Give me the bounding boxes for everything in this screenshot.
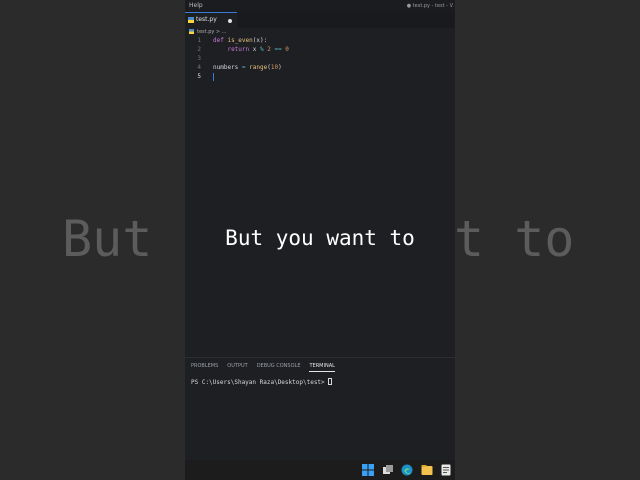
- window-title: ● test.py - test - V: [406, 3, 453, 9]
- code-line[interactable]: 4 numbers = range(10): [185, 64, 455, 73]
- line-number: 1: [197, 37, 201, 44]
- file-explorer-icon[interactable]: [421, 464, 433, 476]
- tab-problems[interactable]: PROBLEMS: [191, 363, 218, 371]
- code-text[interactable]: return x % 2 == 0: [213, 46, 288, 53]
- taskbar: [185, 460, 455, 480]
- line-number: 4: [197, 64, 201, 71]
- breadcrumb: test.py > ...: [185, 28, 455, 37]
- terminal-prompt-text: PS C:\Users\Shayan Raza\Desktop\test>: [191, 379, 325, 386]
- tab-debug-console[interactable]: DEBUG CONSOLE: [257, 363, 301, 371]
- text-cursor: [213, 73, 214, 81]
- terminal-prompt[interactable]: PS C:\Users\Shayan Raza\Desktop\test>: [191, 378, 332, 386]
- menu-help[interactable]: Help: [189, 2, 203, 9]
- python-file-icon: [189, 29, 194, 34]
- breadcrumb-file[interactable]: test.py: [197, 29, 214, 35]
- code-line[interactable]: 1 def is_even(x):: [185, 37, 455, 46]
- tab-test-py[interactable]: test.py: [185, 12, 237, 28]
- code-text[interactable]: def is_even(x):: [213, 37, 267, 44]
- task-view-icon[interactable]: [382, 464, 394, 476]
- windows-start-icon[interactable]: [362, 464, 374, 476]
- python-file-icon: [188, 17, 194, 23]
- line-number: 5: [197, 73, 201, 80]
- code-line-active[interactable]: 5: [185, 73, 455, 82]
- code-editor[interactable]: 1 def is_even(x): 2 return x % 2 == 0 3 …: [185, 37, 455, 357]
- code-text[interactable]: numbers = range(10): [213, 64, 282, 71]
- breadcrumb-rest[interactable]: > ...: [216, 29, 227, 35]
- video-caption: But you want to: [225, 226, 415, 250]
- editor-tab-bar: test.py: [185, 12, 455, 28]
- terminal-cursor: [327, 378, 332, 385]
- tab-terminal[interactable]: TERMINAL: [309, 363, 335, 372]
- code-line[interactable]: 2 return x % 2 == 0: [185, 46, 455, 55]
- edge-browser-icon[interactable]: [401, 464, 413, 476]
- tab-output[interactable]: OUTPUT: [227, 363, 247, 371]
- tab-label: test.py: [196, 16, 217, 23]
- breadcrumb-path[interactable]: test.py > ...: [197, 29, 226, 35]
- notepad-icon[interactable]: [440, 464, 452, 476]
- unsaved-dot-icon[interactable]: [228, 19, 232, 23]
- line-number: 2: [197, 46, 201, 53]
- bottom-panel: PROBLEMS OUTPUT DEBUG CONSOLE TERMINAL PS C…: [185, 357, 455, 460]
- title-bar: Help ● test.py - test - V: [185, 0, 455, 12]
- panel-tabs: PROBLEMS OUTPUT DEBUG CONSOLE TERMINAL: [191, 363, 344, 373]
- line-number: 3: [197, 55, 201, 62]
- code-line[interactable]: 3: [185, 55, 455, 64]
